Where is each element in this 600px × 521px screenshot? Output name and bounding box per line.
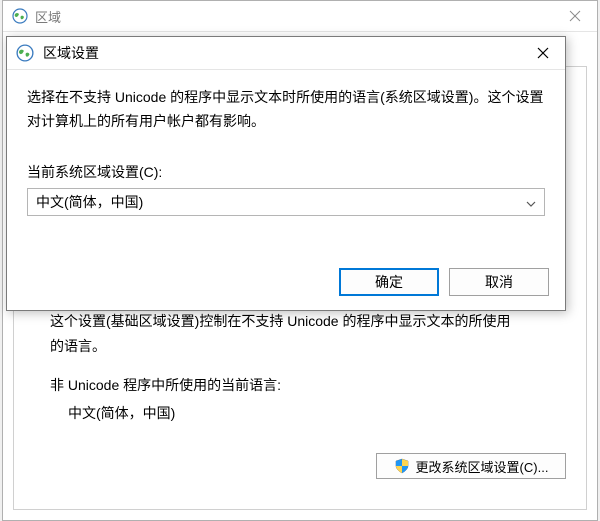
chevron-down-icon xyxy=(526,194,536,210)
parent-titlebar: 区域 xyxy=(3,1,597,32)
cancel-button[interactable]: 取消 xyxy=(449,268,549,296)
dialog-body: 选择在不支持 Unicode 的程序中显示文本时所使用的语言(系统区域设置)。这… xyxy=(7,70,565,228)
locale-select[interactable]: 中文(简体，中国) xyxy=(27,188,545,216)
dialog-title: 区域设置 xyxy=(43,43,99,63)
current-language-label: 非 Unicode 程序中所使用的当前语言: xyxy=(50,375,568,395)
ok-button-label: 确定 xyxy=(375,272,403,292)
current-language-value: 中文(简体，中国) xyxy=(68,403,568,423)
dialog-titlebar: 区域设置 xyxy=(7,37,565,70)
change-system-locale-button-label: 更改系统区域设置(C)... xyxy=(416,457,549,476)
region-settings-dialog: 区域设置 选择在不支持 Unicode 的程序中显示文本时所使用的语言(系统区域… xyxy=(6,36,566,311)
locale-select-value: 中文(简体，中国) xyxy=(36,192,143,212)
uac-shield-icon xyxy=(394,458,410,474)
cancel-button-label: 取消 xyxy=(485,272,513,292)
close-icon xyxy=(569,10,581,22)
parent-close-button[interactable] xyxy=(552,1,597,31)
parent-description: 这个设置(基础区域设置)控制在不支持 Unicode 的程序中显示文本的所使用 … xyxy=(32,309,568,359)
dialog-button-row: 确定 取消 xyxy=(339,268,549,296)
parent-window-title: 区域 xyxy=(35,7,61,26)
ok-button[interactable]: 确定 xyxy=(339,268,439,296)
parent-description-line2: 的语言。 xyxy=(50,334,568,359)
dialog-close-button[interactable] xyxy=(520,37,565,69)
close-icon xyxy=(537,47,549,59)
parent-description-line1: 这个设置(基础区域设置)控制在不支持 Unicode 的程序中显示文本的所使用 xyxy=(50,309,568,334)
locale-field-label: 当前系统区域设置(C): xyxy=(27,162,545,182)
dialog-description: 选择在不支持 Unicode 的程序中显示文本时所使用的语言(系统区域设置)。这… xyxy=(27,86,545,134)
change-system-locale-button[interactable]: 更改系统区域设置(C)... xyxy=(376,453,566,479)
globe-icon xyxy=(11,7,29,25)
globe-icon xyxy=(15,43,35,63)
